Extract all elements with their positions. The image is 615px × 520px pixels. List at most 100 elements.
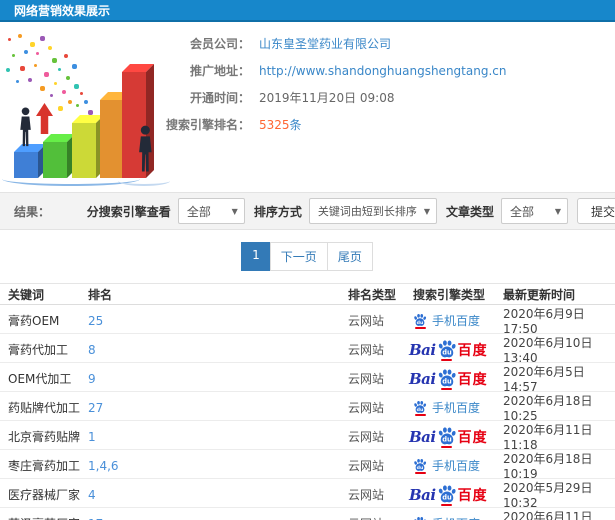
rank-type-cell: 云网站 xyxy=(348,372,385,386)
rank-link[interactable]: 8 xyxy=(88,343,348,357)
table-row: 北京膏药贴牌 1 云网站 Bai du 百度 2020年6月11日 11:18 xyxy=(0,421,615,452)
keyword-cell: OEM代加工 xyxy=(8,372,72,386)
filter-bar: 结果： 分搜索引擎查看 全部 ▼ 排序方式 关键词由短到长排序 ▼ 文章类型 全… xyxy=(0,192,615,230)
company-name-link[interactable]: 山东皇圣堂药业有限公司 xyxy=(259,35,391,52)
chart-bar-2 xyxy=(43,134,75,178)
chart-bar-4 xyxy=(100,92,132,178)
mobile-baidu-logo: du 手机百度 xyxy=(413,312,503,329)
baidu-du-text: du xyxy=(442,348,452,356)
col-header-engine-type: 搜索引擎类型 xyxy=(413,287,486,302)
rank-link[interactable]: 9 xyxy=(88,372,348,386)
sort-filter-select[interactable]: 关键词由短到长排序 ▼ xyxy=(308,198,437,224)
confetti-dot xyxy=(40,36,45,41)
engine-type-cell: Bai du 百度 xyxy=(409,426,503,448)
col-header-keyword: 关键词 xyxy=(8,287,45,302)
confetti-dot xyxy=(8,38,11,41)
company-label: 会员公司： xyxy=(189,37,250,51)
confetti-dot xyxy=(40,86,45,91)
baidu-bai-text: Bai xyxy=(409,340,436,359)
baidu-du-text: du xyxy=(442,493,452,501)
baidu-red-underline xyxy=(441,503,453,506)
rank-link[interactable]: 4 xyxy=(88,488,348,502)
next-page-button[interactable]: 下一页 xyxy=(269,242,328,271)
table-row: 膏药OEM 25 云网站 du 手机百度 2020年6月9日 17:50 xyxy=(0,305,615,336)
confetti-dot xyxy=(48,46,52,50)
engine-type-cell: du 手机百度 xyxy=(413,399,503,416)
confetti-dot xyxy=(52,58,57,63)
promo-url-link[interactable]: http://www.shandonghuangshengtang.cn xyxy=(259,64,506,78)
rank-link[interactable]: 1,4,6 xyxy=(88,459,348,473)
engine-label: 手机百度 xyxy=(432,314,481,328)
col-header-updated: 最新更新时间 xyxy=(503,287,576,302)
baidu-paw-icon: du xyxy=(413,516,427,520)
engine-label: 手机百度 xyxy=(432,401,481,415)
keyword-cell: 膏药OEM xyxy=(8,314,60,328)
confetti-dot xyxy=(88,110,93,115)
confetti-dot xyxy=(34,64,37,67)
article-type-select[interactable]: 全部 ▼ xyxy=(501,198,568,224)
article-type-value: 全部 xyxy=(510,204,535,219)
updated-time-cell: 2020年5月29日 10:32 xyxy=(503,481,593,510)
engine-label: 百度 xyxy=(457,487,488,504)
filter-controls: 分搜索引擎查看 全部 ▼ 排序方式 关键词由短到长排序 ▼ 文章类型 全部 ▼ … xyxy=(78,198,615,224)
engine-type-cell: Bai du 百度 xyxy=(409,368,503,390)
baidu-du-text: du xyxy=(442,435,452,443)
pagination: 1 下一页 尾页 xyxy=(0,242,615,271)
confetti-dot xyxy=(6,68,10,72)
confetti-dot xyxy=(30,42,35,47)
confetti-dot xyxy=(24,50,28,54)
confetti-dot xyxy=(58,106,63,111)
baidu-bai-text: Bai xyxy=(409,485,436,504)
confetti-dot xyxy=(16,80,19,83)
table-row: OEM代加工 9 云网站 Bai du 百度 2020年6月5日 14:57 xyxy=(0,363,615,394)
engine-label: 百度 xyxy=(457,342,488,359)
chart-bar-3 xyxy=(72,115,104,178)
confetti-dot xyxy=(72,64,77,69)
last-page-button[interactable]: 尾页 xyxy=(326,242,373,271)
rank-type-cell: 云网站 xyxy=(348,430,385,444)
baidu-paw-icon: du xyxy=(413,400,427,416)
baidu-pc-logo: Bai du 百度 xyxy=(409,368,503,390)
confetti-dot xyxy=(68,100,72,104)
rank-link[interactable]: 1 xyxy=(88,430,348,444)
engine-label: 手机百度 xyxy=(432,459,481,473)
rank-count-row: 搜索引擎排名： 5325条 xyxy=(160,111,615,138)
rank-link[interactable]: 27 xyxy=(88,401,348,415)
baidu-red-underline xyxy=(414,471,426,474)
updated-time-cell: 2020年6月5日 14:57 xyxy=(503,365,585,394)
keyword-cell: 菏泽膏药厂家 xyxy=(8,515,88,520)
col-header-rank: 排名 xyxy=(88,287,113,302)
engine-filter-select[interactable]: 全部 ▼ xyxy=(177,198,245,224)
rank-link[interactable]: 25 xyxy=(88,314,348,328)
sort-filter-label: 排序方式 xyxy=(253,204,302,219)
engine-type-cell: du 手机百度 xyxy=(413,312,503,329)
confetti-dot xyxy=(64,54,68,58)
company-info-section: 会员公司： 山东皇圣堂药业有限公司 推广地址： http://www.shand… xyxy=(0,22,615,192)
rank-type-cell: 云网站 xyxy=(348,314,385,328)
confetti-dot xyxy=(54,82,57,85)
baidu-pc-logo: Bai du 百度 xyxy=(409,484,503,506)
rank-link[interactable]: 17 xyxy=(88,517,348,520)
chevron-down-icon: ▼ xyxy=(423,206,430,216)
url-label: 推广地址： xyxy=(189,64,250,78)
confetti-dot xyxy=(12,54,15,57)
page-1-button[interactable]: 1 xyxy=(241,242,271,271)
chart-bar-1 xyxy=(14,144,46,178)
baidu-paw-icon: du xyxy=(437,368,457,390)
confetti-dot xyxy=(62,90,66,94)
baidu-du-text: du xyxy=(417,319,424,325)
open-time-label: 开通时间： xyxy=(189,91,250,105)
confetti-dot xyxy=(18,34,22,38)
table-row: 枣庄膏药加工 1,4,6 云网站 du 手机百度 2020年6月18日 10:1… xyxy=(0,450,615,481)
confetti-dot xyxy=(66,76,70,80)
rank-type-cell: 云网站 xyxy=(348,515,413,520)
engine-label: 手机百度 xyxy=(432,515,480,520)
updated-time-cell: 2020年6月11日 11:40 xyxy=(503,510,593,520)
engine-type-cell: Bai du 百度 xyxy=(409,484,503,506)
submit-button[interactable]: 提交 xyxy=(577,198,615,224)
updated-time-cell: 2020年6月18日 10:19 xyxy=(503,452,593,481)
rank-count-value: 5325条 xyxy=(259,116,302,133)
page-title: 网络营销效果展示 xyxy=(14,3,111,18)
confetti-dot xyxy=(58,68,61,71)
confetti-dot xyxy=(36,52,39,55)
